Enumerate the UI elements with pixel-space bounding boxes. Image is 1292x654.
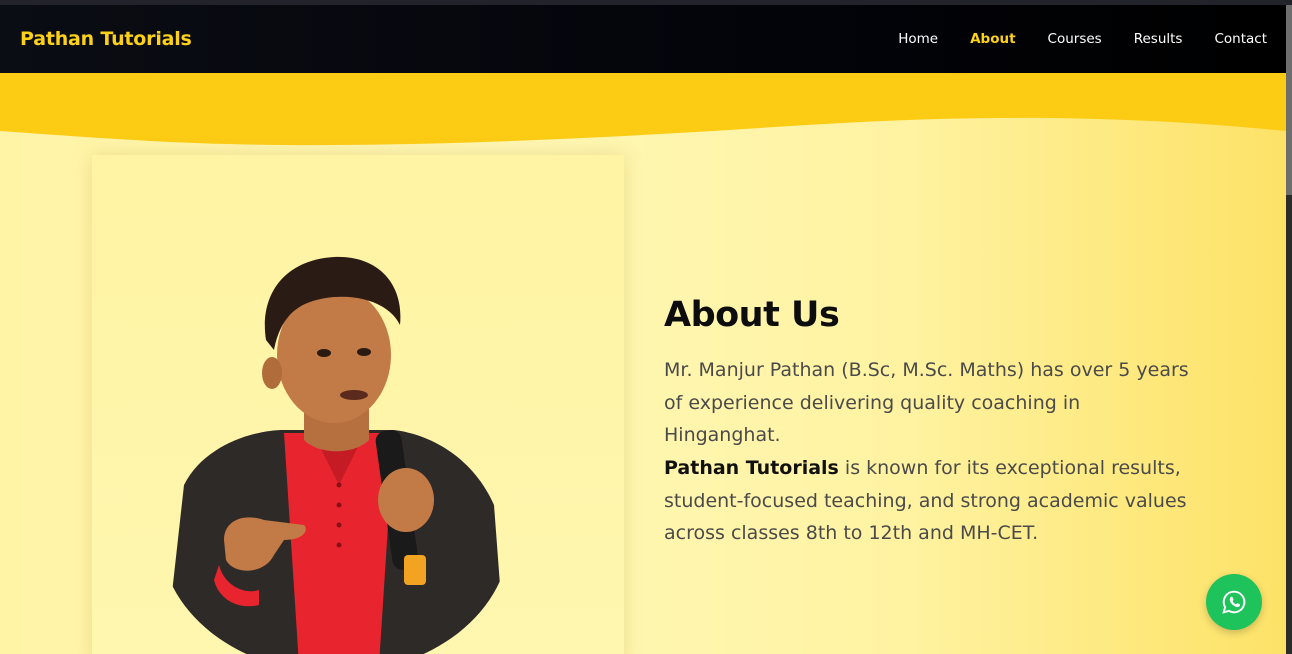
brand-logo[interactable]: Pathan Tutorials — [20, 28, 192, 50]
scrollbar-thumb[interactable] — [1286, 5, 1292, 195]
nav-link-home[interactable]: Home — [898, 31, 938, 47]
yellow-wave-divider — [0, 73, 1286, 146]
about-title: About Us — [664, 295, 840, 335]
nav-link-results[interactable]: Results — [1134, 31, 1183, 47]
nav-link-courses[interactable]: Courses — [1048, 31, 1102, 47]
brand-highlight: Pathan Tutorials — [664, 457, 839, 479]
page-viewport: About Us Mr. Manjur Pathan (B.Sc, M.Sc. … — [0, 5, 1286, 654]
whatsapp-icon — [1222, 590, 1246, 614]
nav-link-about[interactable]: About — [970, 31, 1015, 47]
about-paragraph-2: Pathan Tutorials is known for its except… — [664, 452, 1194, 550]
nav-link-contact[interactable]: Contact — [1214, 31, 1267, 47]
top-navbar: Pathan Tutorials Home About Courses Resu… — [0, 5, 1286, 73]
founder-portrait — [164, 256, 506, 654]
nav-links: Home About Courses Results Contact — [898, 31, 1267, 47]
whatsapp-button[interactable] — [1206, 574, 1262, 630]
about-paragraph-1: Mr. Manjur Pathan (B.Sc, M.Sc. Maths) ha… — [664, 359, 1189, 446]
